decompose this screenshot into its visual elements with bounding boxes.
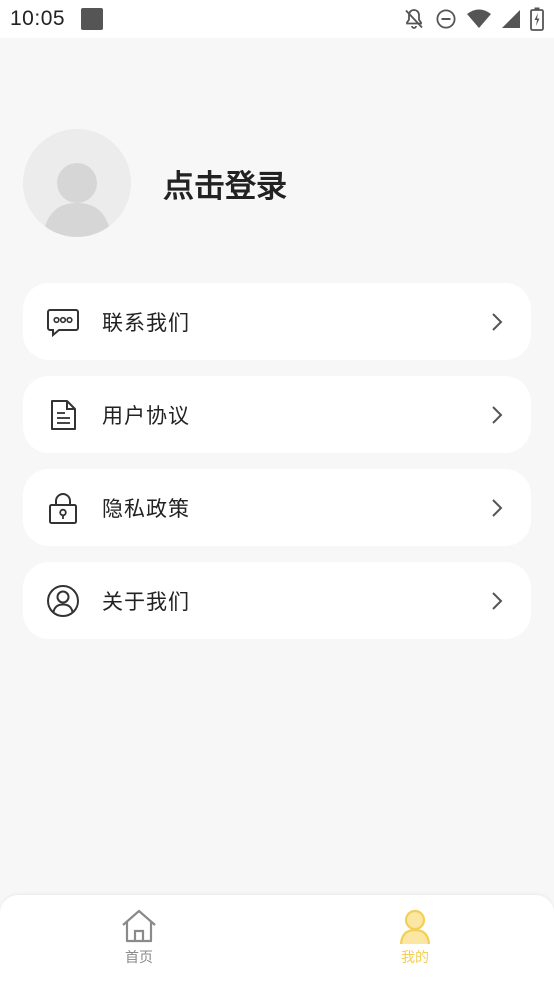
tab-mine[interactable]: 我的 — [375, 907, 455, 977]
chevron-right-icon — [489, 589, 505, 613]
status-bar: 10:05 — [0, 0, 554, 38]
profile-header[interactable]: 点击登录 — [23, 129, 287, 237]
document-icon — [46, 398, 80, 432]
menu-item-label: 用户协议 — [102, 403, 190, 428]
settings-menu: 联系我们 用户协议 隐私政策 关于我们 — [23, 283, 531, 655]
menu-item-privacy-policy[interactable]: 隐私政策 — [23, 469, 531, 546]
menu-item-label: 隐私政策 — [102, 496, 190, 521]
chat-bubble-icon — [46, 305, 80, 339]
tab-label: 首页 — [125, 950, 153, 966]
menu-item-label: 关于我们 — [102, 589, 190, 614]
lock-icon — [46, 491, 80, 525]
notification-app-icon — [81, 8, 104, 30]
tab-home[interactable]: 首页 — [99, 907, 179, 977]
status-icons — [402, 7, 544, 31]
person-circle-icon — [46, 584, 80, 618]
person-icon — [396, 907, 434, 945]
tab-label: 我的 — [401, 950, 429, 966]
chevron-right-icon — [489, 403, 505, 427]
bottom-navigation: 首页 我的 — [0, 895, 554, 985]
menu-item-contact-us[interactable]: 联系我们 — [23, 283, 531, 360]
menu-item-label: 联系我们 — [102, 310, 190, 335]
status-time: 10:05 — [10, 7, 66, 30]
battery-icon — [530, 7, 544, 31]
login-prompt[interactable]: 点击登录 — [163, 161, 287, 206]
menu-item-user-agreement[interactable]: 用户协议 — [23, 376, 531, 453]
chevron-right-icon — [489, 496, 505, 520]
menu-item-about-us[interactable]: 关于我们 — [23, 562, 531, 639]
do-not-disturb-icon — [435, 8, 457, 30]
chevron-right-icon — [489, 310, 505, 334]
wifi-icon — [466, 8, 492, 30]
notifications-off-icon — [402, 7, 426, 31]
default-avatar-icon[interactable] — [23, 129, 131, 237]
signal-icon — [501, 8, 521, 30]
home-icon — [120, 907, 158, 945]
